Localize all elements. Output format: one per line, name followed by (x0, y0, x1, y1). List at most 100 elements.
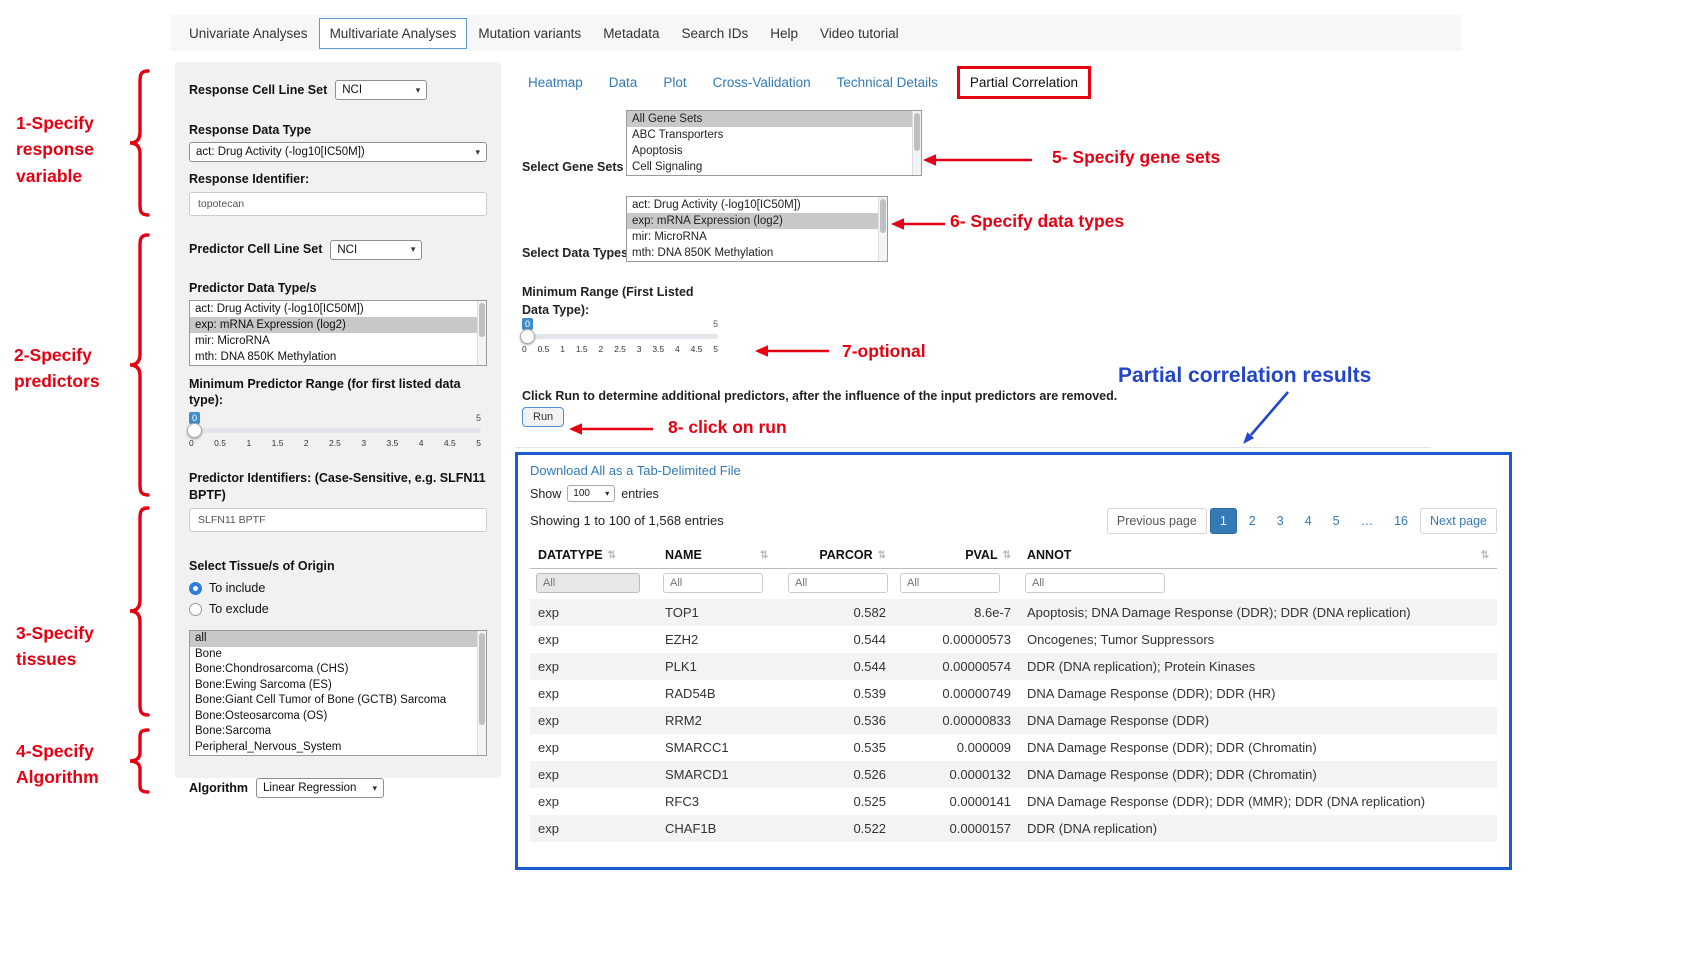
annotation-step2: 2-Specify predictors (14, 342, 100, 395)
cell-parcor: 0.539 (782, 680, 894, 707)
show-entries-select[interactable]: 100 ▾ (567, 485, 615, 502)
min-predictor-range-slider[interactable]: 0 5 0 0.5 1 1.5 2 2.5 3 3.5 4 4.5 5 (189, 412, 481, 456)
filter-parcor-input[interactable] (788, 573, 888, 593)
response-cell-line-set-select[interactable]: NCI ▾ (335, 80, 427, 100)
slider-ticks: 0 0.5 1 1.5 2 2.5 3 3.5 4 4.5 5 (522, 344, 718, 354)
page-button-3[interactable]: 3 (1268, 509, 1293, 533)
nav-univariate-analyses[interactable]: Univariate Analyses (178, 18, 319, 49)
scrollbar[interactable] (477, 631, 486, 755)
scrollbar-thumb[interactable] (479, 303, 485, 337)
slider-handle[interactable] (520, 329, 535, 344)
chevron-down-icon: ▾ (475, 147, 480, 158)
scrollbar-thumb[interactable] (880, 199, 886, 233)
cell-annot: DNA Damage Response (DDR); DDR (MMR); DD… (1019, 788, 1497, 815)
listbox-option[interactable]: mir: MicroRNA (627, 229, 887, 245)
nav-multivariate-analyses[interactable]: Multivariate Analyses (319, 18, 468, 49)
listbox-option[interactable]: mth: DNA 850K Methylation (190, 349, 486, 365)
slider-tick: 3.5 (652, 344, 664, 354)
brace-step1 (126, 68, 152, 218)
scrollbar[interactable] (878, 197, 887, 261)
listbox-option[interactable]: Cell Signaling (627, 159, 921, 175)
tab-heatmap[interactable]: Heatmap (515, 67, 596, 98)
scrollbar-thumb[interactable] (479, 633, 485, 725)
listbox-option[interactable]: ABC Transporters (627, 127, 921, 143)
listbox-option[interactable]: mir: MicroRNA (190, 333, 486, 349)
data-types-listbox: act: Drug Activity (-log10[IC50M]) exp: … (626, 196, 888, 262)
listbox-option[interactable]: Bone (190, 647, 486, 663)
filter-pval-input[interactable] (900, 573, 1000, 593)
predictor-cell-line-set-select[interactable]: NCI ▾ (330, 240, 422, 260)
tab-partial-correlation[interactable]: Partial Correlation (957, 66, 1091, 99)
nav-search-ids[interactable]: Search IDs (670, 18, 759, 49)
cell-datatype: exp (530, 788, 657, 815)
cell-datatype: exp (530, 761, 657, 788)
listbox-option-selected[interactable]: All Gene Sets (627, 111, 921, 127)
previous-page-button[interactable]: Previous page (1107, 508, 1207, 534)
cell-pval: 8.6e-7 (894, 599, 1019, 626)
listbox-option-selected[interactable]: exp: mRNA Expression (log2) (627, 213, 887, 229)
listbox-option[interactable]: Apoptosis (627, 143, 921, 159)
download-tab-delimited-link[interactable]: Download All as a Tab-Delimited File (530, 463, 1497, 478)
table-row: exp EZH2 0.544 0.00000573 Oncogenes; Tum… (530, 626, 1497, 653)
algorithm-select[interactable]: Linear Regression ▾ (256, 778, 384, 798)
listbox-option[interactable]: act: Drug Activity (-log10[IC50M]) (190, 301, 486, 317)
cell-annot: DNA Damage Response (DDR) (1019, 707, 1497, 734)
slider-track[interactable] (522, 334, 718, 339)
slider-track[interactable] (189, 428, 481, 433)
column-header-name[interactable]: NAME⇅ (657, 542, 782, 569)
cell-datatype: exp (530, 815, 657, 842)
listbox-option[interactable]: Bone:Chondrosarcoma (CHS) (190, 662, 486, 678)
page-button-2[interactable]: 2 (1240, 509, 1265, 533)
column-header-annot[interactable]: ANNOT⇅ (1019, 542, 1497, 569)
filter-annot-input[interactable] (1025, 573, 1165, 593)
listbox-option[interactable]: act: Drug Activity (-log10[IC50M]) (627, 197, 887, 213)
predictor-data-types-listbox: act: Drug Activity (-log10[IC50M]) exp: … (189, 300, 487, 366)
slider-tick: 2 (304, 438, 309, 448)
next-page-button[interactable]: Next page (1420, 508, 1497, 534)
slider-max-label: 5 (476, 412, 481, 424)
listbox-option[interactable]: Bone:Osteosarcoma (OS) (190, 709, 486, 725)
page-button-16[interactable]: 16 (1385, 509, 1417, 533)
to-exclude-radio[interactable] (189, 603, 202, 616)
listbox-option[interactable]: Bone:Giant Cell Tumor of Bone (GCTB) Sar… (190, 693, 486, 709)
listbox-option[interactable]: mth: DNA 850K Methylation (627, 245, 887, 261)
page-button-1[interactable]: 1 (1210, 508, 1237, 534)
min-range-slider[interactable]: 0 5 0 0.5 1 1.5 2 2.5 3 3.5 4 4.5 5 (522, 318, 718, 362)
predictor-identifiers-input[interactable] (189, 508, 487, 532)
column-header-pval[interactable]: PVAL⇅ (894, 542, 1019, 569)
listbox-option[interactable]: Peripheral_Nervous_System (190, 740, 486, 756)
tab-cross-validation[interactable]: Cross-Validation (700, 67, 824, 98)
nav-mutation-variants[interactable]: Mutation variants (467, 18, 592, 49)
filter-datatype-input[interactable] (536, 573, 640, 593)
response-data-type-select[interactable]: act: Drug Activity (-log10[IC50M]) ▾ (189, 142, 487, 162)
slider-handle[interactable] (187, 423, 202, 438)
nav-video-tutorial[interactable]: Video tutorial (809, 18, 910, 49)
cell-annot: Apoptosis; DNA Damage Response (DDR); DD… (1019, 599, 1497, 626)
listbox-option[interactable]: Bone:Sarcoma (190, 724, 486, 740)
column-header-parcor[interactable]: PARCOR⇅ (782, 542, 894, 569)
listbox-option[interactable]: Bone:Ewing Sarcoma (ES) (190, 678, 486, 694)
scrollbar[interactable] (477, 301, 486, 365)
cell-annot: DDR (DNA replication) (1019, 815, 1497, 842)
slider-tick: 0.5 (538, 344, 550, 354)
table-row: exp CHAF1B 0.522 0.0000157 DDR (DNA repl… (530, 815, 1497, 842)
column-header-datatype[interactable]: DATATYPE⇅ (530, 542, 657, 569)
tab-technical-details[interactable]: Technical Details (824, 67, 951, 98)
slider-tick: 2 (599, 344, 604, 354)
filter-name-input[interactable] (663, 573, 763, 593)
page-button-5[interactable]: 5 (1324, 509, 1349, 533)
cell-datatype: exp (530, 680, 657, 707)
run-button[interactable]: Run (522, 407, 564, 427)
page-button-4[interactable]: 4 (1296, 509, 1321, 533)
slider-tick: 4.5 (691, 344, 703, 354)
listbox-option-selected[interactable]: all (190, 631, 486, 647)
nav-help[interactable]: Help (759, 18, 809, 49)
nav-metadata[interactable]: Metadata (592, 18, 670, 49)
scrollbar-thumb[interactable] (914, 113, 920, 151)
response-identifier-input[interactable] (189, 192, 487, 216)
tab-plot[interactable]: Plot (650, 67, 699, 98)
tab-data[interactable]: Data (596, 67, 651, 98)
listbox-option-selected[interactable]: exp: mRNA Expression (log2) (190, 317, 486, 333)
predictor-cell-line-set-value: NCI (337, 244, 357, 256)
to-include-radio[interactable] (189, 582, 202, 595)
